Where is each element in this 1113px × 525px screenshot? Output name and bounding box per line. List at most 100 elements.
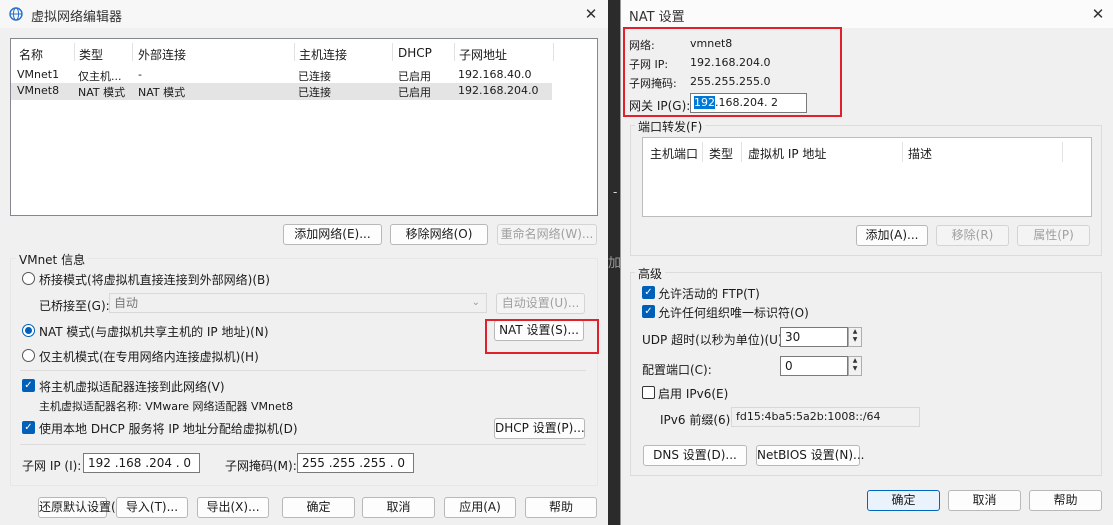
column-divider: [1062, 142, 1063, 162]
title-bar: NAT 设置 ✕: [621, 0, 1113, 28]
use-dhcp-checkbox[interactable]: ✓: [22, 421, 35, 434]
subnet-ip-label: 子网 IP (I):: [22, 459, 82, 473]
add-port-forward-button[interactable]: 添加(A)...: [856, 225, 928, 246]
dhcp-settings-button[interactable]: DHCP 设置(P)...: [494, 418, 585, 439]
column-divider: [294, 43, 295, 61]
highlight-box: [623, 27, 842, 117]
column-header-host[interactable]: 主机连接: [299, 46, 347, 63]
subnet-mask-input[interactable]: 255 .255 .255 . 0: [297, 453, 414, 473]
port-forwarding-list[interactable]: 主机端口 类型 虚拟机 IP 地址 描述: [642, 137, 1092, 217]
config-port-input[interactable]: 0: [780, 356, 848, 376]
dns-settings-button[interactable]: DNS 设置(D)...: [643, 445, 747, 466]
column-header-name[interactable]: 名称: [19, 46, 43, 63]
connect-adapter-label[interactable]: 将主机虚拟适配器连接到此网络(V): [39, 378, 225, 395]
config-port-spinner[interactable]: ▲ ▼: [848, 356, 862, 376]
network-globe-icon: [9, 7, 23, 21]
column-header-vm-ip[interactable]: 虚拟机 IP 地址: [748, 145, 826, 162]
column-divider: [741, 142, 742, 162]
table-row[interactable]: VMnet1 仅主机... - 已连接 已启用 192.168.40.0: [11, 67, 597, 84]
connect-adapter-checkbox[interactable]: ✓: [22, 379, 35, 392]
column-header-host-port[interactable]: 主机端口: [650, 145, 698, 162]
apply-button[interactable]: 应用(A): [444, 497, 516, 518]
export-button[interactable]: 导出(X)...: [197, 497, 269, 518]
udp-timeout-input[interactable]: 30: [780, 327, 848, 347]
use-dhcp-label[interactable]: 使用本地 DHCP 服务将 IP 地址分配给虚拟机(D): [39, 420, 298, 437]
ok-button[interactable]: 确定: [282, 497, 355, 518]
background-text: -: [613, 185, 618, 199]
enable-ipv6-label[interactable]: 启用 IPv6(E): [658, 385, 728, 402]
bridge-mode-radio[interactable]: [22, 272, 35, 285]
cell: VMnet1: [17, 68, 60, 81]
close-icon[interactable]: ✕: [1085, 3, 1111, 25]
advanced-heading: 高级: [635, 265, 666, 282]
nat-mode-label[interactable]: NAT 模式(与虚拟机共享主机的 IP 地址)(N): [39, 323, 269, 340]
window-title: NAT 设置: [629, 10, 685, 25]
adapter-name-text: 主机虚拟适配器名称: VMware 网络适配器 VMnet8: [39, 400, 294, 413]
cell: NAT 模式: [138, 86, 186, 99]
help-button[interactable]: 帮助: [1029, 490, 1102, 511]
subnet-ip-input[interactable]: 192 .168 .204 . 0: [83, 453, 200, 473]
allow-any-oui-label[interactable]: 允许任何组织唯一标识符(O): [658, 304, 809, 321]
bridged-to-value: 自动: [114, 296, 139, 310]
remove-network-button[interactable]: 移除网络(O): [390, 224, 488, 245]
nat-mode-radio[interactable]: [22, 324, 35, 337]
column-divider: [74, 43, 75, 61]
host-only-mode-label[interactable]: 仅主机模式(在专用网络内连接虚拟机)(H): [39, 348, 259, 365]
allow-ftp-checkbox[interactable]: ✓: [642, 286, 655, 299]
import-button[interactable]: 导入(T)...: [116, 497, 188, 518]
ipv6-prefix-input[interactable]: fd15:4ba5:5a2b:1008::/64: [731, 407, 920, 427]
column-divider: [454, 43, 455, 61]
close-icon[interactable]: ✕: [578, 3, 604, 25]
properties-button[interactable]: 属性(P): [1017, 225, 1090, 246]
ok-button[interactable]: 确定: [867, 490, 940, 511]
allow-any-oui-checkbox[interactable]: ✓: [642, 305, 655, 318]
virtual-network-editor-window: 虚拟网络编辑器 ✕ 名称 类型 外部连接 主机连接 DHCP 子网地址 VMne…: [0, 0, 608, 525]
cell: 已连接: [298, 86, 331, 99]
host-only-mode-radio[interactable]: [22, 349, 35, 362]
vmnet-info-heading: VMnet 信息: [16, 251, 89, 268]
cell: VMnet8: [17, 84, 60, 97]
add-network-button[interactable]: 添加网络(E)...: [283, 224, 382, 245]
ipv6-prefix-label: IPv6 前缀(6):: [660, 413, 735, 427]
help-button[interactable]: 帮助: [525, 497, 597, 518]
divider: [20, 444, 586, 445]
highlight-box: [485, 319, 599, 354]
udp-timeout-spinner[interactable]: ▲ ▼: [848, 327, 862, 347]
column-divider: [702, 142, 703, 162]
chevron-down-icon: ⌄: [471, 297, 480, 308]
remove-port-forward-button[interactable]: 移除(R): [936, 225, 1009, 246]
column-header-description[interactable]: 描述: [908, 145, 932, 162]
column-header-dhcp[interactable]: DHCP: [398, 46, 432, 60]
table-row-selected[interactable]: VMnet8 NAT 模式 NAT 模式 已连接 已启用 192.168.204…: [11, 83, 552, 100]
subnet-mask-label: 子网掩码(M):: [225, 459, 297, 473]
cell: 已连接: [298, 70, 331, 83]
cancel-button[interactable]: 取消: [362, 497, 435, 518]
cell: 192.168.40.0: [458, 68, 532, 81]
enable-ipv6-checkbox[interactable]: [642, 386, 655, 399]
bridged-to-label: 已桥接至(G):: [39, 299, 110, 313]
network-list[interactable]: 名称 类型 外部连接 主机连接 DHCP 子网地址 VMnet1 仅主机... …: [10, 38, 598, 216]
config-port-label: 配置端口(C):: [642, 363, 712, 377]
column-divider: [553, 43, 554, 61]
restore-defaults-button[interactable]: 还原默认设置(R): [38, 497, 129, 518]
nat-settings-window: NAT 设置 ✕ 网络: vmnet8 子网 IP: 192.168.204.0…: [620, 0, 1113, 525]
cell: -: [138, 68, 142, 81]
cell: 192.168.204.0: [458, 84, 539, 97]
column-divider: [392, 43, 393, 61]
column-header-type[interactable]: 类型: [79, 46, 103, 63]
cell: 已启用: [398, 86, 431, 99]
allow-ftp-label[interactable]: 允许活动的 FTP(T): [658, 285, 760, 302]
bridged-to-select[interactable]: 自动 ⌄: [109, 293, 487, 313]
window-title: 虚拟网络编辑器: [31, 10, 123, 25]
column-header-subnet[interactable]: 子网地址: [459, 46, 507, 63]
auto-settings-button[interactable]: 自动设置(U)...: [496, 293, 585, 314]
title-bar: 虚拟网络编辑器 ✕: [0, 0, 608, 28]
bridge-mode-label[interactable]: 桥接模式(将虚拟机直接连接到外部网络)(B): [39, 271, 270, 288]
netbios-settings-button[interactable]: NetBIOS 设置(N)...: [756, 445, 865, 466]
column-header-external[interactable]: 外部连接: [138, 46, 186, 63]
rename-network-button[interactable]: 重命名网络(W)...: [497, 224, 597, 245]
column-header-type[interactable]: 类型: [709, 145, 733, 162]
cell: 已启用: [398, 70, 431, 83]
port-forwarding-heading: 端口转发(F): [635, 118, 706, 135]
cancel-button[interactable]: 取消: [948, 490, 1021, 511]
